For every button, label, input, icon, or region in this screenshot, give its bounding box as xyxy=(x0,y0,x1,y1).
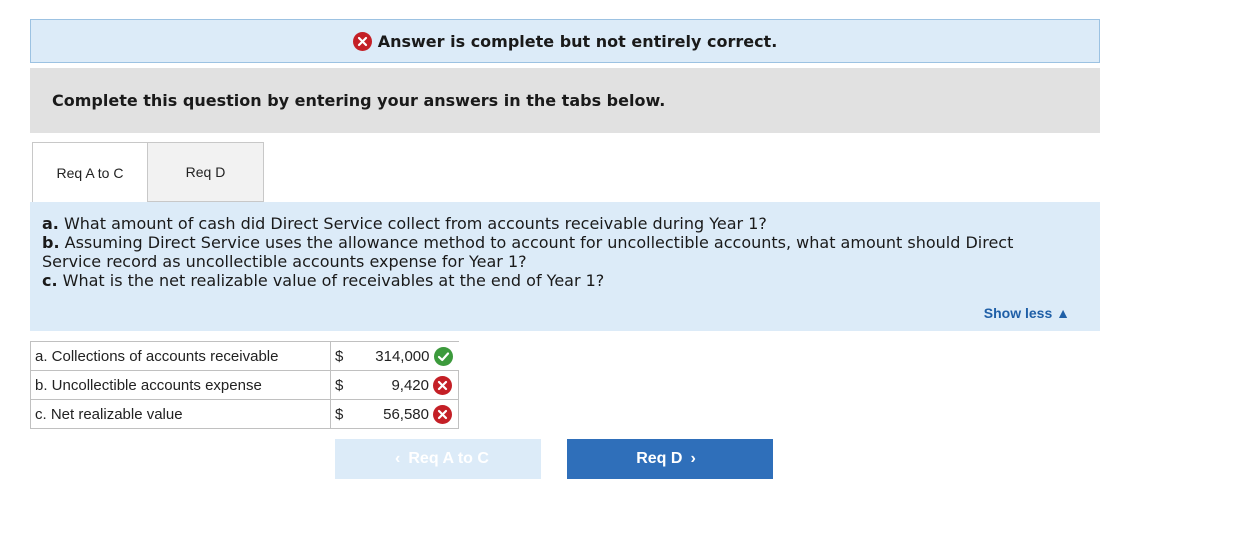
tab-bar: Req A to C Req D xyxy=(32,142,264,202)
question-panel: a. What amount of cash did Direct Servic… xyxy=(30,202,1100,331)
row-label: a. Collections of accounts receivable xyxy=(30,341,331,371)
prev-tab-label: Req A to C xyxy=(408,450,489,467)
error-x-icon xyxy=(352,31,372,51)
next-tab-button[interactable]: Req D › xyxy=(567,439,773,479)
currency-symbol: $ xyxy=(335,347,344,365)
question-a: a. What amount of cash did Direct Servic… xyxy=(42,214,767,233)
next-tab-label: Req D xyxy=(636,450,683,467)
error-x-icon xyxy=(433,404,452,424)
question-c: c. What is the net realizable value of r… xyxy=(42,271,605,290)
table-row: b. Uncollectible accounts expense $ 9,42… xyxy=(30,370,459,400)
tab-req-d[interactable]: Req D xyxy=(148,142,264,202)
question-b: b. Assuming Direct Service uses the allo… xyxy=(42,233,1014,252)
currency-symbol: $ xyxy=(335,376,344,394)
question-b-continued: Service record as uncollectible accounts… xyxy=(42,252,527,271)
instructions-text: Complete this question by entering your … xyxy=(52,91,666,110)
answer-cell: $ 9,420 xyxy=(330,370,459,400)
tab-req-a-to-c[interactable]: Req A to C xyxy=(32,142,148,202)
triangle-up-icon: ▲ xyxy=(1056,305,1070,321)
row-label: b. Uncollectible accounts expense xyxy=(30,370,331,400)
answer-input[interactable]: 314,000 xyxy=(335,348,434,365)
table-row: a. Collections of accounts receivable $ … xyxy=(30,341,459,371)
table-row: c. Net realizable value $ 56,580 xyxy=(30,399,459,429)
chevron-left-icon: ‹ xyxy=(395,450,401,467)
answer-input[interactable]: 9,420 xyxy=(335,377,433,394)
prev-tab-button[interactable]: ‹ Req A to C xyxy=(335,439,541,479)
banner-message: Answer is complete but not entirely corr… xyxy=(377,31,778,51)
chevron-right-icon: › xyxy=(690,450,696,467)
instructions-panel: Complete this question by entering your … xyxy=(30,68,1100,133)
answer-table: a. Collections of accounts receivable $ … xyxy=(30,341,459,429)
answer-input[interactable]: 56,580 xyxy=(335,406,433,423)
currency-symbol: $ xyxy=(335,405,344,423)
answer-status-banner: Answer is complete but not entirely corr… xyxy=(30,19,1100,63)
check-icon xyxy=(433,346,453,366)
answer-cell: $ 56,580 xyxy=(330,399,459,429)
answer-cell: $ 314,000 xyxy=(330,341,459,371)
show-less-link[interactable]: Show less ▲ xyxy=(984,305,1070,321)
row-label: c. Net realizable value xyxy=(30,399,331,429)
error-x-icon xyxy=(433,375,452,395)
